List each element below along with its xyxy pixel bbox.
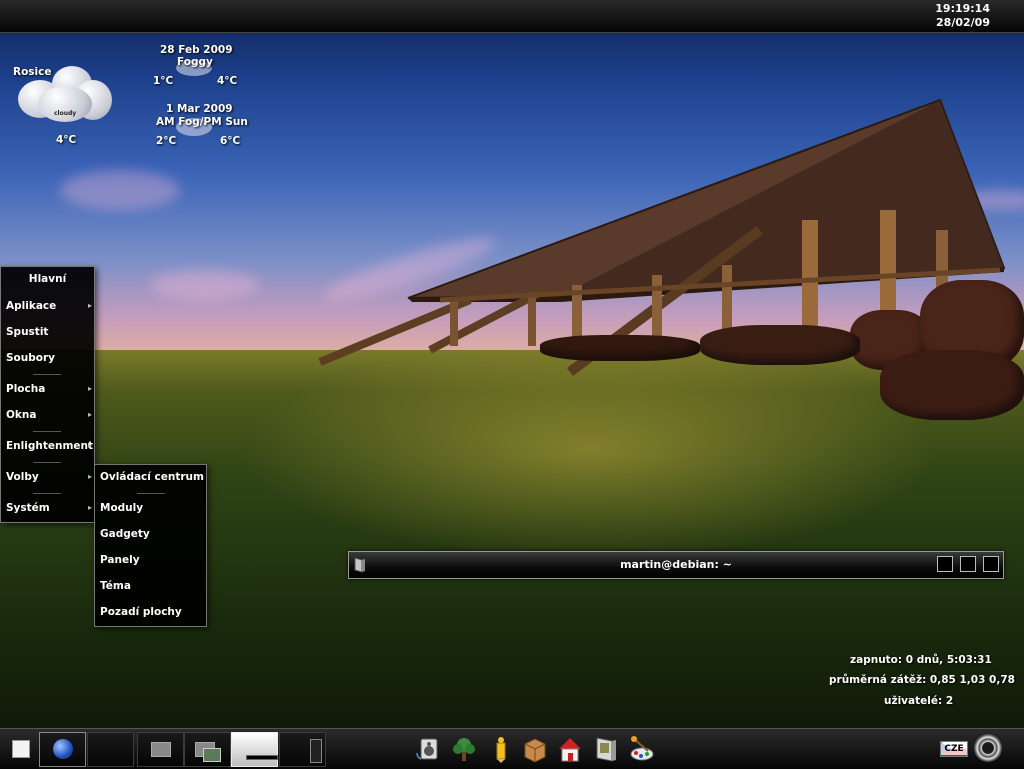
forecast-day2-condition: AM Fog/PM Sun <box>156 116 248 128</box>
package-icon[interactable] <box>521 735 549 763</box>
speaker-icon[interactable] <box>414 735 442 763</box>
weather-icon-caption: cloudy <box>54 110 77 117</box>
submenu-item-theme[interactable]: Téma <box>95 575 206 597</box>
menu-item-label: Pozadí plochy <box>100 606 182 618</box>
shelter-illustration <box>318 98 1006 377</box>
menu-item-spustit[interactable]: Spustit <box>1 321 94 343</box>
pager-desk-3[interactable] <box>137 732 184 767</box>
submenu-item-wallpaper[interactable]: Pozadí plochy <box>95 601 206 623</box>
submenu-item-panels[interactable]: Panely <box>95 549 206 571</box>
load-average-text: průměrná zátěž: 0,85 1,03 0,78 <box>829 674 1015 686</box>
options-submenu: Ovládací centrum Moduly Gadgety Panely T… <box>94 464 207 627</box>
menu-item-label: Plocha <box>6 383 46 395</box>
uptime-text: zapnuto: 0 dnů, 5:03:31 <box>850 654 992 666</box>
forecast-day2-date: 1 Mar 2009 <box>166 103 233 115</box>
submenu-arrow-icon: ▸ <box>87 410 92 419</box>
stone-wall <box>700 325 860 365</box>
submenu-item-control-center[interactable]: Ovládací centrum <box>95 466 206 488</box>
window-maximize-button[interactable] <box>960 556 976 572</box>
menu-item-label: Okna <box>6 409 37 421</box>
pager-desk-5[interactable] <box>231 732 278 767</box>
cloudy-icon: cloudy <box>18 62 114 128</box>
paint-icon[interactable] <box>628 735 656 763</box>
stone-wall <box>540 335 700 361</box>
main-menu-title: Hlavní <box>28 273 67 285</box>
menu-separator <box>33 431 61 432</box>
tree-icon[interactable] <box>450 735 478 763</box>
menu-item-label: Panely <box>100 554 140 566</box>
desktop-wallpaper <box>0 0 1024 768</box>
top-panel: 19:19:14 28/02/09 <box>0 0 1024 33</box>
menu-item-okna[interactable]: Okna ▸ <box>1 404 94 426</box>
globe-icon <box>53 739 73 759</box>
users-text: uživatelé: 2 <box>884 695 954 707</box>
clock-date: 28/02/09 <box>936 16 990 29</box>
menu-item-label: Aplikace <box>6 300 57 312</box>
submenu-arrow-icon: ▸ <box>87 441 92 450</box>
menu-item-label: Gadgety <box>100 528 150 540</box>
forecast-day1-condition: Foggy <box>177 56 213 68</box>
menu-item-label: Ovládací centrum <box>100 471 204 483</box>
menu-item-label: Spustit <box>6 326 49 338</box>
menu-item-aplikace[interactable]: Aplikace ▸ <box>1 295 94 317</box>
keyboard-layout-indicator[interactable]: CZE <box>940 741 968 757</box>
menu-item-label: Enlightenment <box>6 440 94 452</box>
forecast-day2-high: 6°C <box>220 135 241 147</box>
menu-item-label: Volby <box>6 471 39 483</box>
menu-separator <box>33 493 61 494</box>
image-icon <box>203 748 221 762</box>
menu-item-enlightenment[interactable]: Enlightenment ▸ <box>1 435 94 457</box>
pager-desk-6[interactable] <box>279 732 326 767</box>
pencil-icon[interactable] <box>487 735 515 763</box>
pager-desk-1[interactable] <box>39 732 86 767</box>
folder-icon <box>151 742 171 757</box>
submenu-arrow-icon: ▸ <box>87 472 92 481</box>
submenu-arrow-icon: ▸ <box>87 384 92 393</box>
pager-desk-4[interactable] <box>184 732 231 767</box>
window-thumbnail <box>246 755 278 760</box>
menu-item-label: Systém <box>6 502 50 514</box>
menu-item-label: Téma <box>100 580 131 592</box>
submenu-item-gadgets[interactable]: Gadgety <box>95 523 206 545</box>
forecast-day1-date: 28 Feb 2009 <box>160 44 233 56</box>
menu-separator <box>137 493 165 494</box>
forecast-day1-low: 1°C <box>153 75 174 87</box>
pager-desk-2[interactable] <box>87 732 134 767</box>
menu-separator <box>33 374 61 375</box>
small-window-thumbnail <box>310 739 322 763</box>
terminal-window-titlebar[interactable]: martin@debian: ~ <box>348 551 1004 579</box>
submenu-item-modules[interactable]: Moduly <box>95 497 206 519</box>
menu-item-plocha[interactable]: Plocha ▸ <box>1 378 94 400</box>
window-iconify-button[interactable] <box>937 556 953 572</box>
clock[interactable]: 19:19:14 28/02/09 <box>935 2 990 30</box>
clock-time: 19:19:14 <box>935 2 990 15</box>
terminal-window-title: martin@debian: ~ <box>620 558 732 571</box>
file-manager-icon[interactable] <box>592 735 620 763</box>
menu-item-soubory[interactable]: Soubory <box>1 347 94 369</box>
menu-separator <box>33 462 61 463</box>
submenu-arrow-icon: ▸ <box>87 503 92 512</box>
menu-item-label: Soubory <box>6 352 56 364</box>
forecast-day1-high: 4°C <box>217 75 238 87</box>
main-menu: Hlavní Aplikace ▸ Spustit Soubory Plocha ▸… <box>0 266 95 523</box>
keyboard-layout-label: CZE <box>941 743 967 755</box>
menu-item-label: Moduly <box>100 502 144 514</box>
weather-current-temp: 4°C <box>56 134 77 146</box>
menu-item-system[interactable]: Systém ▸ <box>1 497 94 519</box>
menu-item-volby[interactable]: Volby ▸ <box>1 466 94 488</box>
show-desktop-button[interactable] <box>12 740 30 758</box>
bottom-shelf: CZE <box>0 728 1024 769</box>
window-close-button[interactable] <box>983 556 999 572</box>
submenu-arrow-icon: ▸ <box>87 301 92 310</box>
home-icon[interactable] <box>556 735 584 763</box>
stone-wall <box>880 350 1024 420</box>
power-icon[interactable] <box>974 734 1002 762</box>
forecast-day2-low: 2°C <box>156 135 177 147</box>
